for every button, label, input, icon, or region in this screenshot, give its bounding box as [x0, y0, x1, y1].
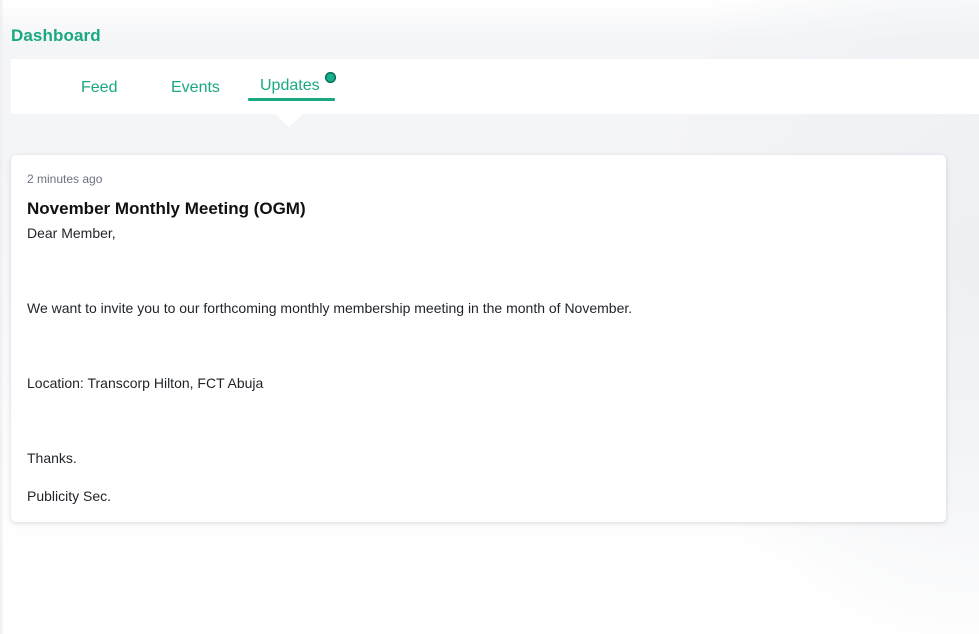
- tab-feed[interactable]: Feed: [81, 79, 117, 97]
- update-card: 2 minutes ago November Monthly Meeting (…: [11, 155, 946, 522]
- update-greeting: Dear Member,: [27, 225, 116, 241]
- active-tab-indicator: [248, 98, 335, 101]
- tab-events[interactable]: Events: [171, 79, 220, 97]
- page-edge-shadow: [0, 0, 4, 634]
- update-location: Location: Transcorp Hilton, FCT Abuja: [27, 375, 264, 391]
- update-message: We want to invite you to our forthcoming…: [27, 300, 633, 316]
- notification-dot-icon: [325, 72, 336, 83]
- page-title: Dashboard: [11, 26, 101, 45]
- update-title: November Monthly Meeting (OGM): [27, 199, 306, 218]
- active-tab-pointer-icon: [275, 114, 303, 127]
- update-closing: Thanks.: [27, 450, 77, 466]
- update-timestamp: 2 minutes ago: [27, 172, 103, 186]
- tab-bar: Feed Events Updates: [11, 59, 979, 127]
- tab-updates[interactable]: Updates: [260, 77, 320, 95]
- update-signature: Publicity Sec.: [27, 488, 112, 504]
